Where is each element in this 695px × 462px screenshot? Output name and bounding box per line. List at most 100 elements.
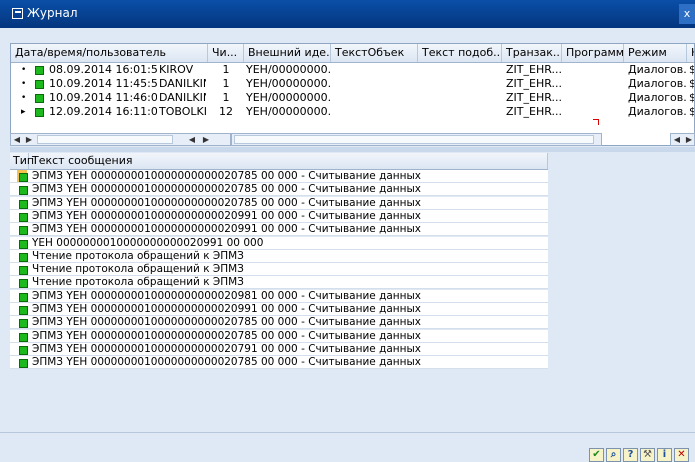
log-program [566, 105, 624, 119]
technical-info-button[interactable]: ⚒ [640, 448, 655, 462]
scroll-left-icon[interactable]: ◀ [671, 134, 683, 145]
log-table-row[interactable]: • 08.09.2014 16:01:59 KIROV 1 YEH/00000000..… [11, 63, 694, 77]
status-green-icon [35, 66, 44, 75]
col-message-text[interactable]: Текст сообщения [29, 153, 548, 169]
log-ext-id: YEH/00000000... [246, 91, 331, 104]
message-row[interactable]: ЭПМЗ YEH 0000000010000000000020991 00 00… [10, 223, 548, 237]
message-row[interactable]: ЭПМЗ YEH 0000000010000000000020785 00 00… [10, 170, 548, 183]
status-green-icon [35, 108, 44, 117]
log-user: DANILKIN [159, 77, 206, 90]
scroll-thumb[interactable] [37, 135, 173, 144]
col-external-id[interactable]: Внешний иде... [244, 44, 331, 62]
col-datetime-user[interactable]: Дата/время/пользователь [11, 44, 208, 62]
help-button[interactable]: ? [623, 448, 638, 462]
col-n[interactable]: Н. [687, 44, 694, 62]
message-row[interactable]: ЭПМЗ YEH 0000000010000000000020791 00 00… [10, 342, 548, 356]
expand-arrow-icon[interactable]: ▸ [21, 105, 27, 119]
tree-bullet-icon: • [21, 79, 27, 89]
log-table: Дата/время/пользователь Чи... Внешний ид… [10, 43, 695, 146]
scroll-thumb[interactable] [234, 135, 594, 144]
log-user: TOBOLKIN [159, 105, 206, 118]
col-text-object[interactable]: ТекстОбъек [331, 44, 418, 62]
scroll-left-icon[interactable]: ◀ [11, 134, 23, 145]
tree-bullet-icon: • [21, 93, 27, 103]
status-green-icon [19, 345, 28, 355]
message-row[interactable]: YEH 0000000010000000000020991 00 000 [10, 236, 548, 250]
pane-splitter[interactable] [10, 147, 695, 152]
log-mode: Диалогов... [628, 105, 687, 118]
log-table-row[interactable]: • 10.09.2014 11:45:56 DANILKIN 1 YEH/0000000… [11, 77, 694, 91]
log-text-obj [333, 91, 418, 105]
magnifier-icon: ⌕ [610, 449, 617, 460]
scroll-left-icon[interactable]: ◀ [186, 134, 198, 145]
message-header: Тип Текст сообщения [10, 153, 548, 170]
window-titlebar: Журнал x [0, 0, 695, 28]
message-row[interactable]: Чтение протокола обращений к ЭПМЗ [10, 276, 548, 290]
message-text: ЭПМЗ YEH 0000000010000000000020785 00 00… [32, 356, 421, 369]
message-text: Чтение протокола обращений к ЭПМЗ [32, 276, 244, 289]
window-title: Журнал [27, 6, 78, 20]
status-green-icon [19, 173, 28, 182]
help-icon: ? [627, 449, 634, 460]
message-text: ЭПМЗ YEH 0000000010000000000020981 00 00… [32, 289, 421, 302]
log-text-sub [420, 63, 502, 77]
col-type[interactable]: Тип [10, 153, 34, 169]
col-transaction[interactable]: Транзак... [502, 44, 562, 62]
log-mode: Диалогов... [628, 91, 687, 104]
cancel-button[interactable]: ✕ [674, 448, 689, 462]
message-text: ЭПМЗ YEH 0000000010000000000020785 00 00… [32, 170, 421, 182]
status-green-icon [19, 186, 28, 196]
log-text-obj [333, 105, 418, 119]
col-mode[interactable]: Режим [624, 44, 687, 62]
log-n: $00 [689, 105, 694, 119]
log-transaction: ZIT_EHR... [506, 91, 562, 104]
scroll-right-icon[interactable]: ▶ [23, 134, 35, 145]
scroll-right-icon[interactable]: ▶ [683, 134, 695, 145]
message-text: ЭПМЗ YEH 0000000010000000000020785 00 00… [32, 316, 421, 329]
log-text-sub [420, 77, 502, 91]
find-button[interactable]: ⌕ [606, 448, 621, 462]
status-green-icon [35, 80, 44, 89]
log-text-sub [420, 105, 502, 119]
log-table-header: Дата/время/пользователь Чи... Внешний ид… [11, 44, 694, 63]
message-row[interactable]: ЭПМЗ YEH 0000000010000000000020991 00 00… [10, 303, 548, 316]
message-row[interactable]: ЭПМЗ YEH 0000000010000000000020785 00 00… [10, 356, 548, 370]
message-row[interactable]: ЭПМЗ YEH 0000000010000000000020785 00 00… [10, 329, 548, 343]
col-text-sub[interactable]: Текст подоб... [418, 44, 502, 62]
hscroll-middle[interactable] [231, 133, 602, 146]
log-mode: Диалогов... [628, 63, 687, 76]
tools-icon: ⚒ [643, 449, 652, 460]
status-green-icon [19, 279, 28, 289]
message-row[interactable]: ЭПМЗ YEH 0000000010000000000020785 00 00… [10, 183, 548, 197]
log-program [566, 91, 624, 105]
status-green-icon [19, 266, 28, 276]
info-button[interactable]: i [657, 448, 672, 462]
message-row[interactable]: Чтение протокола обращений к ЭПМЗ [10, 249, 548, 263]
log-count: 1 [222, 91, 230, 104]
check-icon: ✔ [592, 449, 601, 460]
dialog-toolbar: ✔ ⌕? ⚒ i ✕ [0, 432, 695, 462]
col-count[interactable]: Чи... [208, 44, 244, 62]
status-green-icon [19, 332, 28, 342]
col-program[interactable]: Программа [562, 44, 624, 62]
confirm-button[interactable]: ✔ [589, 448, 604, 462]
log-n: $00 [689, 77, 694, 91]
log-datetime: 10.09.2014 11:45:56 [49, 77, 157, 90]
log-program [566, 77, 624, 91]
log-table-row[interactable]: ▸ 12.09.2014 16:11:03TOBOLKIN 12 YEH/000000… [11, 105, 694, 119]
close-window-button[interactable]: x [679, 4, 695, 24]
hscroll-left[interactable]: ◀ ▶ ◀ ▶ [10, 133, 231, 146]
status-green-icon [19, 199, 28, 209]
log-text-sub [420, 91, 502, 105]
message-text: ЭПМЗ YEH 0000000010000000000020785 00 00… [32, 196, 421, 209]
message-text: ЭПМЗ YEH 0000000010000000000020785 00 00… [32, 329, 421, 342]
message-row[interactable]: ЭПМЗ YEH 0000000010000000000020991 00 00… [10, 209, 548, 223]
message-row[interactable]: ЭПМЗ YEH 0000000010000000000020785 00 00… [10, 196, 548, 210]
log-table-row[interactable]: • 10.09.2014 11:46:08 DANILKIN 1 YEH/0000000… [11, 91, 694, 105]
scroll-right-icon[interactable]: ▶ [200, 134, 212, 145]
message-text: ЭПМЗ YEH 0000000010000000000020991 00 00… [32, 303, 421, 315]
message-row[interactable]: ЭПМЗ YEH 0000000010000000000020981 00 00… [10, 289, 548, 303]
hscroll-right[interactable]: ◀ ▶ [670, 133, 695, 146]
message-row[interactable]: Чтение протокола обращений к ЭПМЗ [10, 263, 548, 277]
message-row[interactable]: ЭПМЗ YEH 0000000010000000000020785 00 00… [10, 316, 548, 330]
